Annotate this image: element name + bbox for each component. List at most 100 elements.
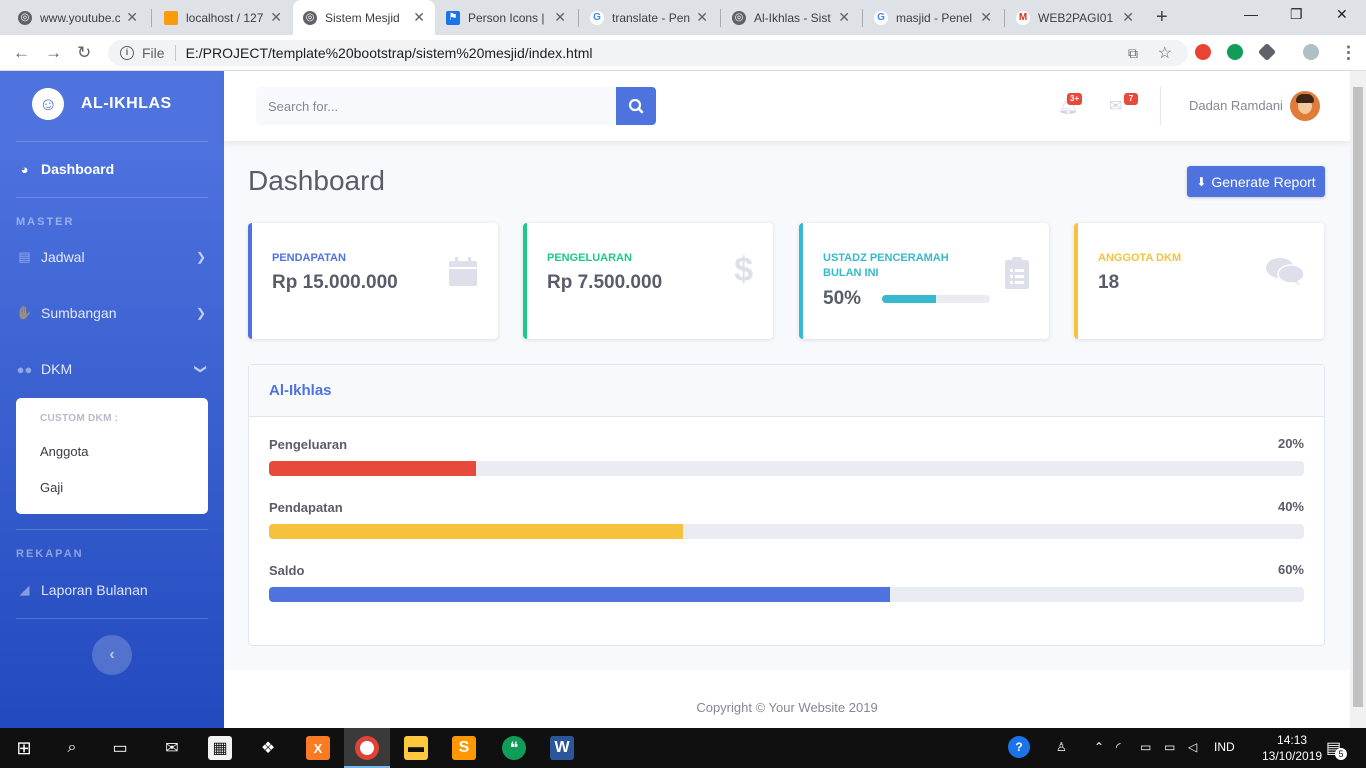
- card-value: Rp 15.000.000: [272, 272, 398, 293]
- folder-icon[interactable]: ▬: [404, 736, 428, 760]
- maximize-icon[interactable]: ❐: [1290, 6, 1303, 23]
- back-icon[interactable]: ←: [13, 43, 30, 63]
- close-tab-icon[interactable]: ✕: [980, 9, 992, 26]
- close-tab-icon[interactable]: ✕: [413, 9, 425, 26]
- close-window-icon[interactable]: ✕: [1336, 6, 1348, 23]
- browser-tab[interactable]: ⚑ Person Icons | ✕: [436, 0, 576, 35]
- xampp-icon[interactable]: X: [306, 736, 330, 760]
- stat-card-pendapatan: PENDAPATAN Rp 15.000.000: [248, 223, 498, 339]
- extension-icon[interactable]: [1195, 44, 1211, 60]
- language-indicator[interactable]: IND: [1214, 740, 1235, 754]
- close-tab-icon[interactable]: ✕: [1122, 9, 1134, 26]
- card-label: PENDAPATAN: [272, 252, 346, 264]
- submenu-item-anggota[interactable]: Anggota: [40, 444, 88, 459]
- people-icon[interactable]: ♙: [1056, 740, 1067, 754]
- sidebar-item-jadwal[interactable]: ▤ Jadwal ❯: [16, 249, 208, 265]
- forward-icon[interactable]: →: [45, 43, 62, 63]
- scrollbar[interactable]: [1350, 71, 1366, 728]
- help-icon[interactable]: ?: [1008, 736, 1030, 758]
- clock[interactable]: 14:13 13/10/2019: [1262, 732, 1322, 764]
- progress-label: Pendapatan: [269, 500, 343, 515]
- sidebar-item-dkm[interactable]: ●● DKM ❯: [16, 361, 208, 377]
- google-icon: G: [874, 10, 888, 25]
- search-input[interactable]: Search for...: [256, 87, 616, 125]
- sidebar-item-laporan-bulanan[interactable]: ◢ Laporan Bulanan: [16, 582, 208, 598]
- reload-icon[interactable]: ↻: [77, 43, 91, 63]
- network-icon[interactable]: ▭: [1140, 740, 1151, 754]
- avatar[interactable]: [1290, 91, 1320, 121]
- sidebar: ☺ AL-IKHLAS ◕ Dashboard MASTER ▤ Jadwal …: [0, 71, 224, 728]
- store-icon[interactable]: ▦: [208, 736, 232, 760]
- browser-tab[interactable]: ◎ Al-Ikhlas - Sist ✕: [722, 0, 860, 35]
- dropbox-icon[interactable]: ❖: [256, 736, 280, 760]
- windows-start-icon[interactable]: ⊞: [12, 736, 36, 760]
- browser-tab[interactable]: localhost / 127 ✕: [154, 0, 292, 35]
- chevron-right-icon: ❯: [195, 250, 206, 264]
- search-button[interactable]: [616, 87, 656, 125]
- close-tab-icon[interactable]: ✕: [126, 9, 138, 26]
- browser-tab[interactable]: G translate - Pen ✕: [580, 0, 718, 35]
- footer: Copyright © Your Website 2019: [224, 670, 1350, 728]
- chevron-up-icon[interactable]: ⌃: [1094, 740, 1104, 754]
- card-value: Rp 7.500.000: [547, 272, 663, 293]
- stat-card-pengeluaran: PENGELUARAN Rp 7.500.000 $: [523, 223, 773, 339]
- word-icon[interactable]: W: [550, 736, 574, 760]
- progress-fill: [882, 295, 936, 303]
- close-tab-icon[interactable]: ✕: [838, 9, 850, 26]
- browser-tab[interactable]: M WEB2PAGI01 T ✕: [1006, 0, 1144, 35]
- clock-date: 13/10/2019: [1262, 749, 1323, 763]
- scrollbar-thumb[interactable]: [1353, 87, 1363, 707]
- profile-icon[interactable]: [1303, 44, 1319, 60]
- main-content: Dashboard ⬇ Generate Report PENDAPATAN R…: [224, 141, 1350, 670]
- copyright-text: Copyright © Your Website 2019: [696, 700, 878, 715]
- dollar-icon: $: [734, 251, 753, 289]
- phpmyadmin-icon: [164, 10, 178, 25]
- dkm-submenu: CUSTOM DKM : Anggota Gaji: [16, 398, 208, 514]
- task-view-icon[interactable]: ▭: [108, 736, 132, 760]
- generate-report-button[interactable]: ⬇ Generate Report: [1187, 166, 1325, 197]
- address-bar: ← → ↻ i File E:/PROJECT/template%20boots…: [0, 35, 1366, 71]
- envelope-icon[interactable]: ✉: [1109, 96, 1122, 116]
- new-tab-icon[interactable]: +: [1156, 6, 1168, 29]
- progress-label: Saldo: [269, 563, 305, 578]
- sidebar-toggle-button[interactable]: ‹: [92, 635, 132, 675]
- clipboard-list-icon: [1005, 257, 1029, 297]
- sublime-text-icon[interactable]: S: [452, 736, 476, 760]
- extension-icon[interactable]: [1257, 42, 1277, 62]
- brand[interactable]: ☺ AL-IKHLAS: [28, 84, 172, 124]
- volume-icon[interactable]: ◁: [1188, 740, 1197, 754]
- progress-row-pendapatan: Pendapatan 40%: [269, 499, 1304, 539]
- browser-tab-active[interactable]: ◎ Sistem Mesjid ✕: [293, 0, 435, 35]
- card-value: 18: [1098, 272, 1120, 293]
- progress-fill: [269, 524, 683, 539]
- translate-icon[interactable]: ⧉: [1128, 45, 1138, 62]
- mail-icon[interactable]: ✉: [160, 736, 184, 760]
- info-icon[interactable]: i: [120, 46, 134, 60]
- url-field[interactable]: i File E:/PROJECT/template%20bootstrap/s…: [108, 40, 1188, 66]
- extension-icon[interactable]: [1227, 44, 1243, 60]
- close-tab-icon[interactable]: ✕: [696, 9, 708, 26]
- chrome-icon[interactable]: [355, 736, 379, 760]
- card-label: PENGELUARAN: [547, 252, 632, 264]
- close-tab-icon[interactable]: ✕: [554, 9, 566, 26]
- close-tab-icon[interactable]: ✕: [270, 9, 282, 26]
- star-icon[interactable]: ☆: [1158, 43, 1172, 63]
- sidebar-item-dashboard[interactable]: ◕ Dashboard: [16, 161, 208, 177]
- panel-title: Al-Ikhlas: [249, 365, 1324, 417]
- chevron-down-icon: ❯: [193, 363, 208, 375]
- progress-track: [269, 587, 1304, 602]
- minimize-icon[interactable]: —: [1244, 6, 1258, 22]
- sidebar-item-sumbangan[interactable]: ✋ Sumbangan ❯: [16, 305, 208, 321]
- browser-tab[interactable]: G masjid - Penel ✕: [864, 0, 1002, 35]
- wifi-icon[interactable]: ◜: [1116, 740, 1121, 754]
- google-icon: G: [590, 10, 604, 25]
- hangouts-icon[interactable]: ❝: [502, 736, 526, 760]
- search-icon[interactable]: ⌕: [60, 736, 84, 760]
- stat-card-anggota-dkm: ANGGOTA DKM 18: [1074, 223, 1324, 339]
- user-name[interactable]: Dadan Ramdani: [1189, 98, 1283, 113]
- browser-tab[interactable]: ◎ www.youtube.c ✕: [8, 0, 148, 35]
- submenu-item-gaji[interactable]: Gaji: [40, 480, 63, 495]
- stat-card-ustadz: USTADZ PENCERAMAH BULAN INI 50%: [799, 223, 1049, 339]
- battery-icon[interactable]: ▭: [1164, 740, 1175, 754]
- menu-icon[interactable]: ⋮: [1340, 43, 1357, 63]
